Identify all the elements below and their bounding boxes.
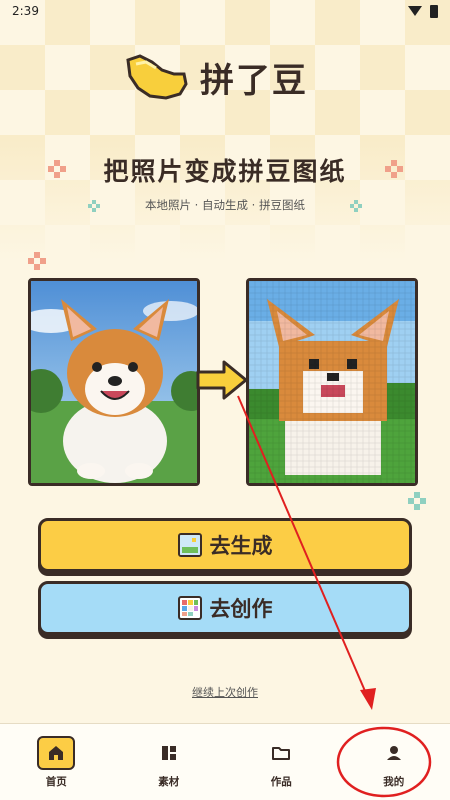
image-icon <box>177 533 202 557</box>
create-label: 去创作 <box>209 597 273 621</box>
create-button[interactable]: 去创作 <box>38 581 412 635</box>
nav-item-materials[interactable]: 素材 <box>129 736 209 789</box>
person-icon <box>375 736 413 770</box>
folder-icon <box>262 736 300 770</box>
continue-last-creation-link[interactable]: 继续上次创作 <box>0 684 450 700</box>
pixel-pattern-preview <box>246 278 418 486</box>
nav-item-home[interactable]: 首页 <box>16 735 96 789</box>
nav-label-materials: 素材 <box>158 775 180 788</box>
status-time: 2:39 <box>12 4 39 18</box>
status-icons <box>408 4 438 18</box>
app-logo: 拼了豆 <box>122 52 308 102</box>
sparkle-icon <box>408 492 426 510</box>
sparkle-icon <box>28 252 46 270</box>
hero-headline: 把照片变成拼豆图纸 <box>103 157 347 186</box>
corgi-photo-image <box>31 281 197 483</box>
hero-tagline: 本地照片 · 自动生成 · 拼豆图纸 <box>145 198 305 212</box>
nav-label-works: 作品 <box>270 775 292 788</box>
wifi-icon <box>408 6 422 16</box>
bean-logo-icon <box>126 54 188 100</box>
original-photo <box>28 278 200 486</box>
home-icon <box>37 735 76 770</box>
nav-label-home: 首页 <box>45 775 67 788</box>
palette-grid-icon <box>177 596 202 620</box>
app-name: 拼了豆 <box>200 60 308 101</box>
battery-icon <box>430 4 438 18</box>
status-bar: 2:39 <box>0 0 450 22</box>
pixel-corgi-image <box>249 281 415 483</box>
nav-item-works[interactable]: 作品 <box>241 736 321 789</box>
bottom-nav: 首页 素材 作品 我的 <box>0 723 450 800</box>
grid-icon <box>150 736 188 770</box>
generate-button[interactable]: 去生成 <box>38 518 412 572</box>
generate-label: 去生成 <box>209 534 273 558</box>
nav-label-profile: 我的 <box>383 775 405 788</box>
checker-background <box>0 0 450 260</box>
arrow-right-icon <box>196 360 248 400</box>
nav-item-profile[interactable]: 我的 <box>354 736 434 789</box>
